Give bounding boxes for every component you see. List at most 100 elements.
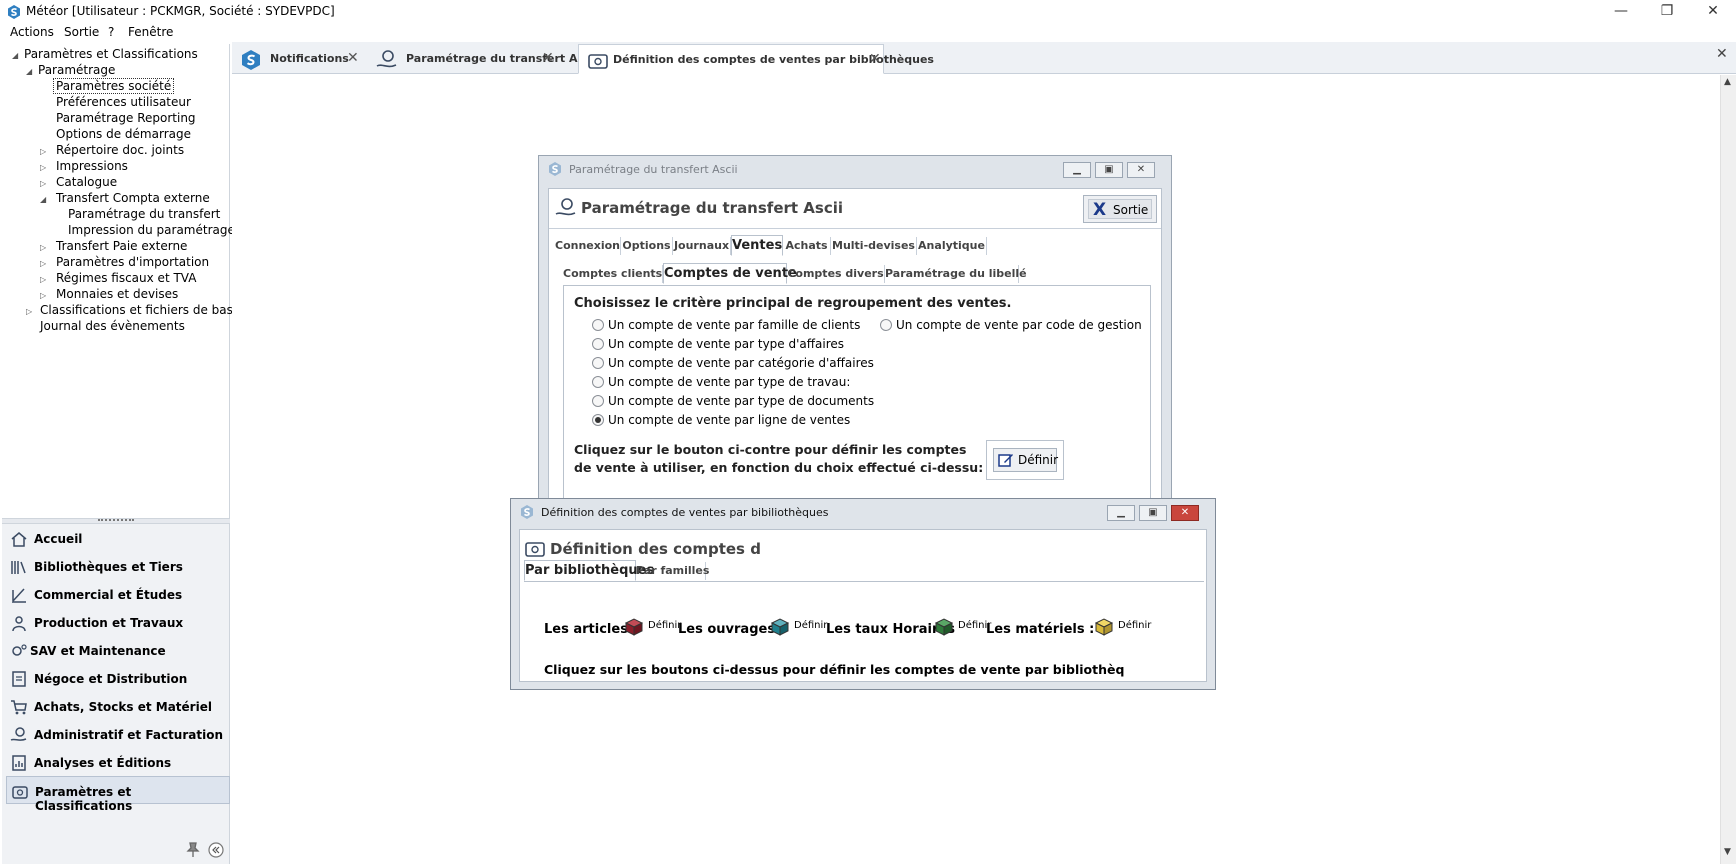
- tab-connexion[interactable]: Connexion: [555, 237, 621, 255]
- menu-fenetre[interactable]: Fenêtre: [128, 25, 173, 39]
- tab-achats[interactable]: Achats: [783, 237, 831, 255]
- tab-close-icon[interactable]: ✕: [542, 50, 554, 66]
- nav-parametres[interactable]: Paramètres et Classifications: [6, 776, 230, 813]
- radio-icon: [592, 319, 604, 331]
- maximize-icon[interactable]: ▣: [1139, 505, 1167, 521]
- subtab-comptes-clients[interactable]: Comptes clients: [563, 265, 663, 283]
- comptes-vente-panel: Choisissez le critère principal de regro…: [563, 285, 1151, 505]
- scroll-up-icon[interactable]: ▲: [1724, 77, 1731, 87]
- pin-icon[interactable]: [186, 842, 200, 858]
- tab-notifications[interactable]: Notifications ✕: [232, 44, 362, 74]
- settings-folder-icon: [12, 786, 28, 799]
- radio-icon: [880, 319, 892, 331]
- sortie-button[interactable]: X Sortie: [1083, 195, 1157, 223]
- subtab-parametrage-libelle[interactable]: Paramétrage du libellé: [885, 265, 1027, 283]
- definir-button[interactable]: Définir: [993, 448, 1058, 472]
- close-all-tabs-icon[interactable]: ✕: [1716, 46, 1728, 62]
- collapsed-arrow-icon: ▷: [40, 179, 47, 188]
- window-caption[interactable]: Définition des comptes de ventes par bib…: [511, 499, 1215, 525]
- tab-parametrage-transfert[interactable]: Paramétrage du transfert Ascii ✕: [368, 44, 598, 74]
- edit-icon: [998, 454, 1013, 467]
- app-logo-icon: [8, 5, 20, 19]
- tab-journaux[interactable]: Journaux: [673, 237, 731, 255]
- tab-multi-devises[interactable]: Multi-devises: [831, 237, 917, 255]
- window-logo-icon: [549, 162, 561, 176]
- close-button[interactable]: ✕: [1690, 0, 1736, 24]
- window-header: Paramétrage du transfert Ascii X Sortie: [549, 189, 1161, 229]
- hand-coin-icon: [10, 727, 27, 741]
- radio-icon: [592, 338, 604, 350]
- tab-ventes[interactable]: Ventes: [731, 235, 783, 256]
- close-icon[interactable]: ✕: [1171, 505, 1199, 521]
- collapsed-arrow-icon: ▷: [40, 147, 47, 156]
- definir-ouvrages-button[interactable]: Définir: [770, 617, 828, 639]
- tab-analytique[interactable]: Analytique: [917, 237, 987, 255]
- collapsed-arrow-icon: ▷: [40, 291, 47, 300]
- tab-par-familles[interactable]: Par familles: [636, 562, 709, 580]
- definir-articles-button[interactable]: Définir: [624, 617, 682, 639]
- collapsed-arrow-icon: ▷: [40, 275, 47, 284]
- title-bar: Météor [Utilisateur : PCKMGR, Société : …: [0, 0, 1736, 24]
- subtab-comptes-vente[interactable]: Comptes de vente: [663, 263, 797, 284]
- collapse-panel-icon[interactable]: [208, 842, 224, 858]
- navigation-tree: ◢ Paramètres et Classifications ◢ Paramé…: [2, 44, 240, 518]
- subtab-comptes-divers[interactable]: Comptes divers: [787, 265, 885, 283]
- collapsed-arrow-icon: ▷: [40, 243, 47, 252]
- nav-negoce[interactable]: Négoce et Distribution: [6, 664, 230, 692]
- tab-close-icon[interactable]: ✕: [869, 51, 881, 67]
- definir-materiels-button[interactable]: Définir: [1094, 617, 1152, 639]
- transfert-ascii-window: Paramétrage du transfert Ascii ▁ ▣ ✕ Par…: [538, 155, 1172, 505]
- materiels-label: Les matériels :: [986, 622, 1095, 637]
- help-line-1: Cliquez sur le bouton ci-contre pour déf…: [574, 442, 967, 457]
- ouvrages-label: Les ouvrages :: [678, 622, 785, 637]
- green-book-icon: [934, 618, 954, 636]
- minimize-button[interactable]: —: [1598, 0, 1644, 24]
- window-header-title: Définition des comptes d: [550, 540, 761, 558]
- tab-par-bibliotheques[interactable]: Par bibliothèques: [524, 560, 654, 581]
- window-body: Définition des comptes d Par bibliothèqu…: [519, 529, 1207, 682]
- menu-help[interactable]: ?: [108, 25, 114, 39]
- menu-bar: Actions Sortie ? Fenêtre: [0, 24, 1736, 42]
- window-logo-icon: [521, 505, 533, 519]
- module-navigation: Accueil Bibliothèques et Tiers Commercia…: [2, 524, 230, 864]
- nav-sav[interactable]: SAV et Maintenance: [6, 636, 230, 664]
- nav-footer: [2, 836, 230, 864]
- collapsed-arrow-icon: ▷: [40, 259, 47, 268]
- definition-help-text: Cliquez sur les boutons ci-dessus pour d…: [544, 662, 1125, 677]
- window-caption[interactable]: Paramétrage du transfert Ascii ▁ ▣ ✕: [539, 156, 1171, 182]
- nav-accueil[interactable]: Accueil: [6, 524, 230, 552]
- criteria-prompt: Choisissez le critère principal de regro…: [574, 296, 1012, 311]
- expanded-arrow-icon: ◢: [12, 51, 19, 60]
- nav-achats[interactable]: Achats, Stocks et Matériel: [6, 692, 230, 720]
- minimize-icon[interactable]: ▁: [1063, 162, 1091, 178]
- window-title: Météor [Utilisateur : PCKMGR, Société : …: [26, 4, 335, 18]
- expanded-arrow-icon: ◢: [26, 67, 33, 76]
- tab-options[interactable]: Options: [621, 237, 673, 255]
- tab-close-icon[interactable]: ✕: [347, 50, 359, 66]
- close-icon[interactable]: ✕: [1127, 162, 1155, 178]
- red-book-icon: [624, 618, 644, 636]
- expanded-arrow-icon: ◢: [40, 195, 47, 204]
- document-tabs: Notifications ✕ Paramétrage du transfert…: [232, 42, 1736, 74]
- nav-administratif[interactable]: Administratif et Facturation: [6, 720, 230, 748]
- minimize-icon[interactable]: ▁: [1107, 505, 1135, 521]
- radio-selected-icon: [592, 414, 604, 426]
- menu-actions[interactable]: Actions: [10, 25, 54, 39]
- collapsed-arrow-icon: ▷: [40, 163, 47, 172]
- definir-taux-button[interactable]: Définir: [934, 617, 992, 639]
- nav-bibliotheques[interactable]: Bibliothèques et Tiers: [6, 552, 230, 580]
- scroll-down-icon[interactable]: ▼: [1724, 847, 1731, 857]
- main-tabs: Connexion Options Journaux Ventes Achats…: [555, 235, 1155, 257]
- vertical-scrollbar[interactable]: ▲ ▼: [1720, 75, 1736, 864]
- gears-icon: [12, 644, 27, 656]
- drafting-icon: [12, 588, 26, 603]
- nav-production[interactable]: Production et Travaux: [6, 608, 230, 636]
- tab-definition-comptes[interactable]: Définition des comptes de ventes par bib…: [578, 44, 934, 74]
- maximize-icon[interactable]: ▣: [1095, 162, 1123, 178]
- report-icon: [12, 755, 26, 771]
- restore-button[interactable]: ❐: [1644, 0, 1690, 24]
- radio-icon: [592, 395, 604, 407]
- nav-commercial[interactable]: Commercial et Études: [6, 580, 230, 608]
- menu-sortie[interactable]: Sortie: [64, 25, 99, 39]
- nav-analyses[interactable]: Analyses et Éditions: [6, 748, 230, 776]
